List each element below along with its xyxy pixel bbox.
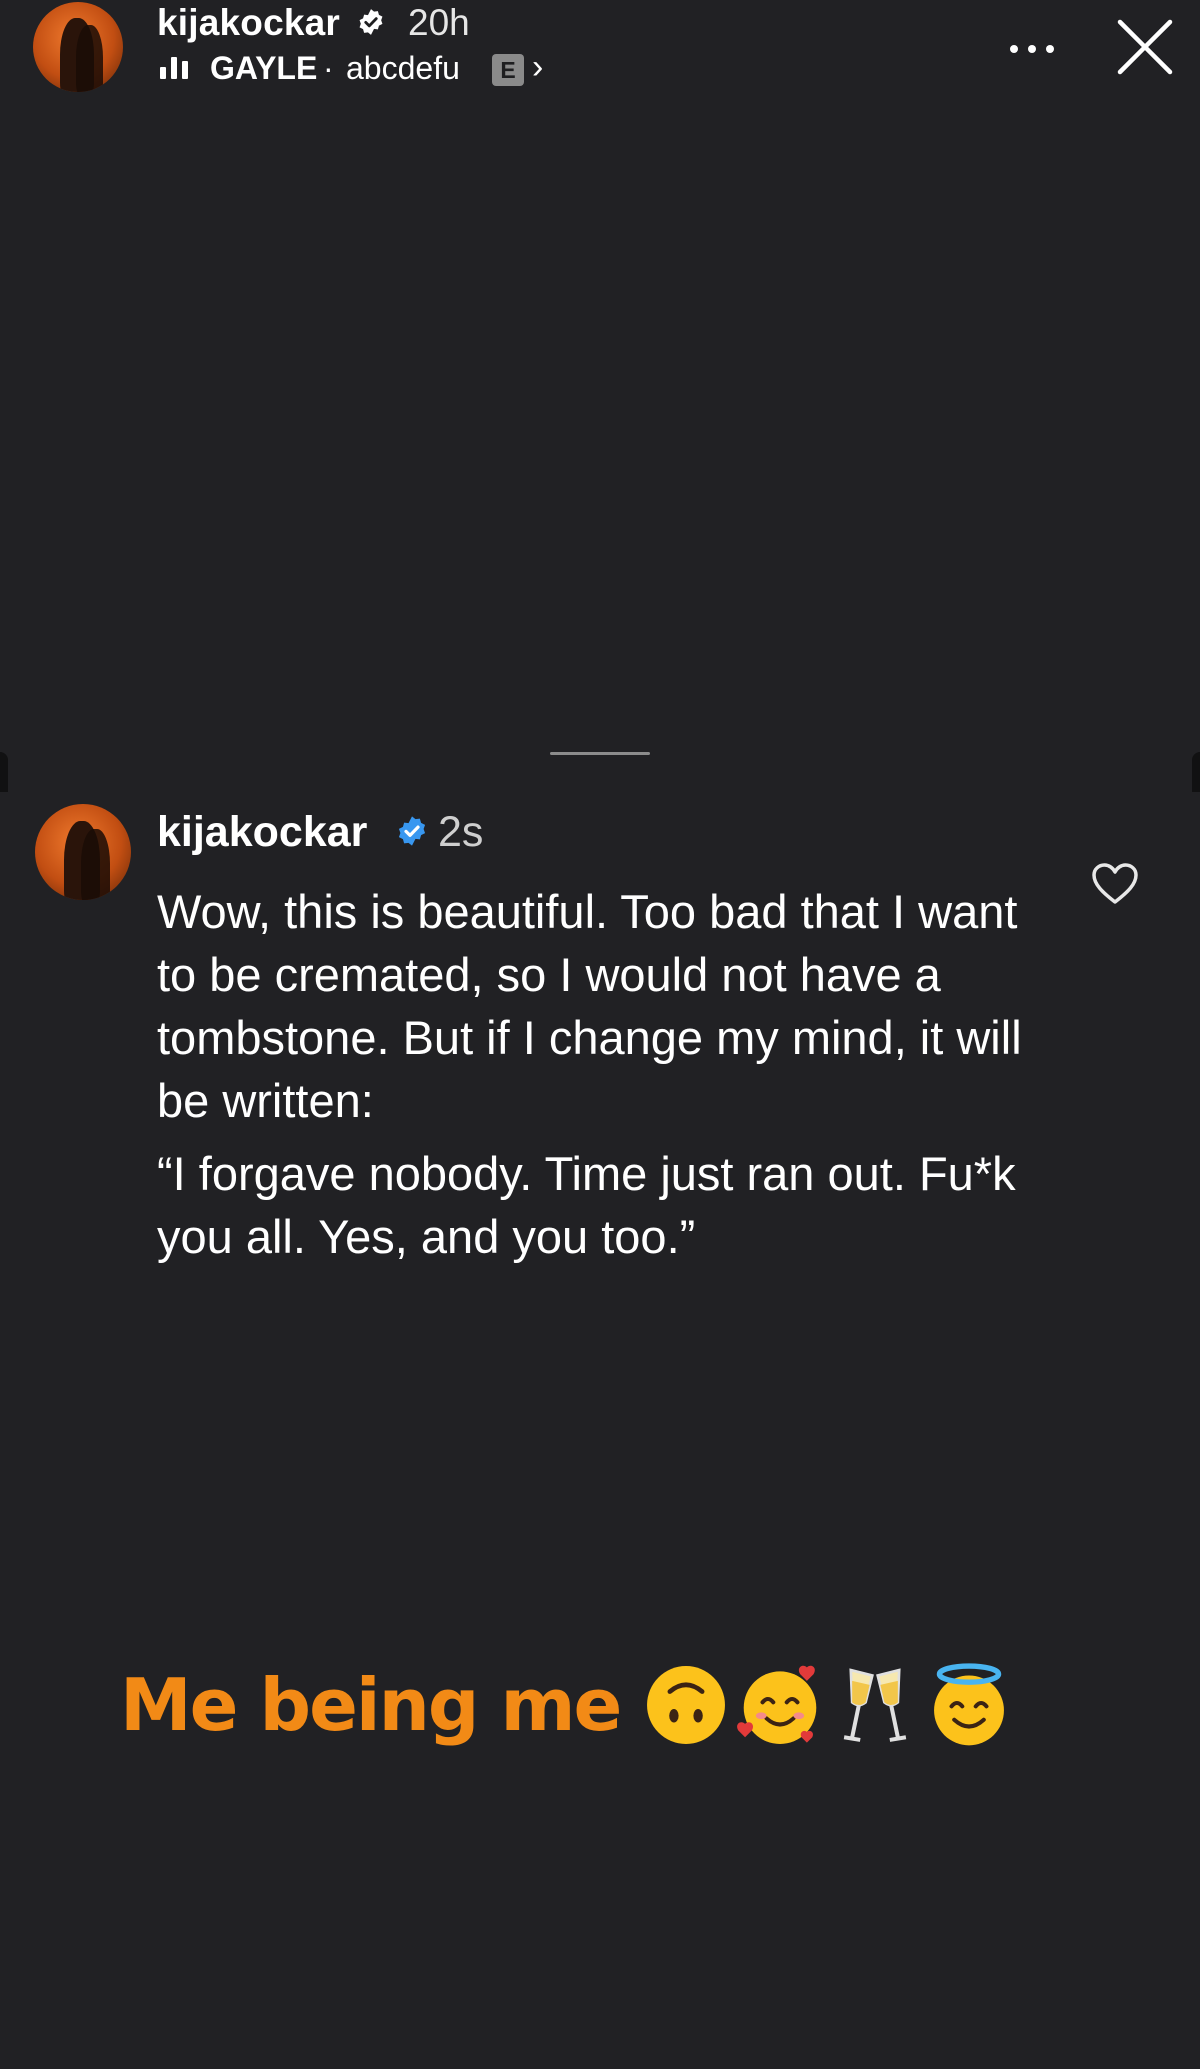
- verified-badge-icon: [398, 816, 426, 846]
- story-timestamp: 20h: [408, 2, 470, 43]
- avatar[interactable]: [33, 2, 123, 92]
- upside-down-face-icon: [646, 1666, 725, 1744]
- comment-username[interactable]: kijakockar: [157, 808, 367, 857]
- explicit-badge: E: [492, 54, 524, 86]
- music-separator: ·: [323, 50, 334, 86]
- music-artist[interactable]: GAYLE: [210, 50, 317, 87]
- story-header: kijakockar 20h GAYLE · abcdefu E ›: [0, 0, 1200, 110]
- verified-badge-icon: [359, 9, 383, 35]
- smiling-face-with-halo-icon: [934, 1663, 1005, 1746]
- comment-paragraph: Wow, this is beautiful. Too bad that I w…: [157, 885, 1022, 1127]
- story-username[interactable]: kijakockar: [157, 2, 340, 44]
- card-edge-right: [1192, 752, 1200, 792]
- heart-icon[interactable]: [1090, 862, 1140, 906]
- comment-quote: “I forgave nobody. Time just ran out. Fu…: [157, 1147, 1016, 1263]
- clinking-glasses-icon: [843, 1668, 906, 1742]
- equalizer-icon: [160, 57, 190, 79]
- comment-avatar[interactable]: [35, 804, 131, 900]
- caption-emojis: [643, 1662, 1016, 1748]
- more-options-icon[interactable]: [1002, 18, 1062, 78]
- card-edge-left: [0, 752, 8, 792]
- chevron-right-icon[interactable]: ›: [532, 48, 543, 87]
- story-caption: Me being me: [120, 1662, 1016, 1762]
- comment-timestamp: 2s: [438, 808, 484, 856]
- music-song[interactable]: abcdefu: [346, 50, 460, 87]
- drag-handle[interactable]: [550, 752, 650, 755]
- close-icon[interactable]: [1112, 14, 1178, 80]
- smiling-face-with-hearts-icon: [737, 1665, 817, 1744]
- caption-text: Me being me: [120, 1663, 622, 1747]
- story-viewer: kijakockar 20h GAYLE · abcdefu E › kijak…: [0, 0, 1200, 2069]
- comment-body: Wow, this is beautiful. Too bad that I w…: [157, 880, 1057, 1268]
